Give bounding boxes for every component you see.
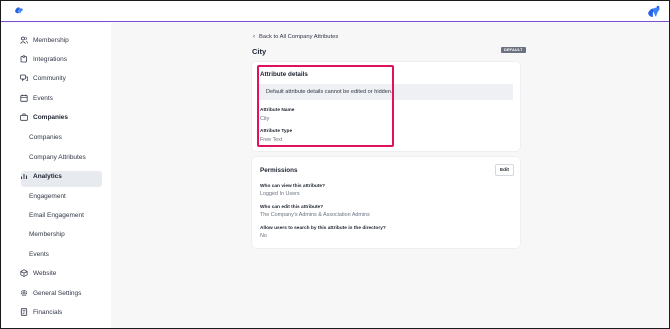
calendar-icon xyxy=(20,94,28,102)
sidebar-subitem-membership[interactable]: Membership xyxy=(29,226,65,242)
sidebar-subitem-companies[interactable]: Companies xyxy=(29,129,62,145)
sidebar-item-label: Email Engagement xyxy=(29,211,84,219)
search-permission-label: Allow users to search by this attribute … xyxy=(260,226,386,231)
sidebar-item-companies[interactable]: Companies xyxy=(20,109,68,125)
sidebar-item-label: Companies xyxy=(29,133,62,141)
permissions-card: Permissions Edit Who can view this attri… xyxy=(252,157,520,248)
sidebar-subitem-events[interactable]: Events xyxy=(29,246,49,262)
edit-permission-value: The Company's Admins & Association Admin… xyxy=(260,212,370,218)
sidebar-subitem-email-engagement[interactable]: Email Engagement xyxy=(29,207,84,223)
document-icon xyxy=(20,308,28,316)
sidebar-item-general-settings[interactable]: General Settings xyxy=(20,285,81,301)
sidebar-item-label: Membership xyxy=(29,230,65,238)
back-link[interactable]: ‹ Back to All Company Attributes xyxy=(253,34,338,40)
cube-icon xyxy=(20,269,28,277)
bar-chart-icon xyxy=(21,174,27,179)
sidebar-subitem-company-attributes[interactable]: Company Attributes xyxy=(29,149,86,165)
sidebar-item-label: Website xyxy=(33,269,57,277)
sidebar-item-community[interactable]: Community xyxy=(20,70,66,86)
view-permission-label: Who can view this attribute? xyxy=(260,184,326,189)
chevron-left-icon: ‹ xyxy=(253,34,255,40)
edit-permission-label: Who can edit this attribute? xyxy=(260,205,324,210)
sidebar-item-analytics[interactable]: Analytics xyxy=(20,168,62,184)
back-link-label: Back to All Company Attributes xyxy=(259,34,339,40)
sidebar-item-label: Analytics xyxy=(33,172,62,180)
sidebar-item-label: Financials xyxy=(33,308,63,316)
chat-icon xyxy=(20,74,28,82)
edit-button[interactable]: Edit xyxy=(495,164,514,176)
sidebar-item-label: Integrations xyxy=(33,55,67,63)
status-badge: DEFAULT xyxy=(501,47,526,53)
gear-icon xyxy=(20,289,28,297)
sidebar-item-events[interactable]: Events xyxy=(20,90,53,106)
sidebar-item-label: Events xyxy=(29,250,49,258)
sidebar-item-label: Company Attributes xyxy=(29,153,86,161)
search-permission-value: No xyxy=(260,233,267,239)
sidebar-item-label: General Settings xyxy=(33,289,82,297)
puzzle-icon xyxy=(20,55,27,63)
sidebar-item-label: Community xyxy=(33,74,66,82)
main-content: ‹ Back to All Company Attributes City DE… xyxy=(111,23,669,328)
sidebar-item-label: Engagement xyxy=(29,192,66,200)
app-window: Membership Integrations Community Events… xyxy=(1,1,669,328)
highlight-annotation xyxy=(257,65,394,147)
users-icon xyxy=(20,36,28,44)
page-title: City xyxy=(252,47,267,56)
sidebar-item-label: Membership xyxy=(33,36,69,44)
app-logo-icon[interactable] xyxy=(14,5,24,17)
sidebar-item-website[interactable]: Website xyxy=(20,265,56,281)
brand-logo-icon[interactable] xyxy=(647,4,661,19)
card-title: Permissions xyxy=(260,167,298,174)
sidebar-item-label: Companies xyxy=(33,113,69,121)
sidebar-item-integrations[interactable]: Integrations xyxy=(20,51,67,67)
building-icon xyxy=(20,113,28,121)
sidebar-item-label: Events xyxy=(33,94,53,102)
view-permission-value: Logged In Users xyxy=(260,191,300,197)
top-bar xyxy=(1,1,669,22)
sidebar-item-financials[interactable]: Financials xyxy=(20,304,62,320)
sidebar: Membership Integrations Community Events… xyxy=(1,23,111,328)
sidebar-item-membership[interactable]: Membership xyxy=(20,32,69,48)
sidebar-subitem-engagement[interactable]: Engagement xyxy=(29,188,66,204)
